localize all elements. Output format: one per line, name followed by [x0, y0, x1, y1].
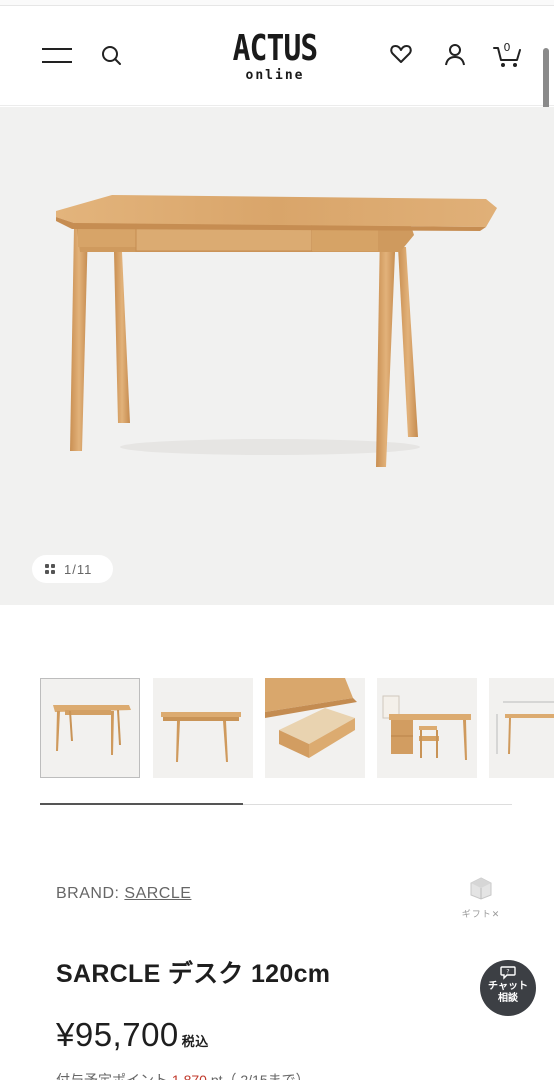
image-counter-text: 1/11 [64, 561, 93, 577]
account-button[interactable] [441, 40, 469, 68]
product-title: SARCLE デスク 120cm [56, 960, 331, 988]
points-line: 付与予定ポイント 1,870 pt（ 2/15まで） [56, 1070, 310, 1080]
heart-icon [390, 45, 412, 63]
tax-label: 税込 [181, 1034, 209, 1049]
thumbnail-desk-with-chair [382, 695, 471, 760]
product-price: ¥95,700 税込 [56, 1016, 209, 1054]
chat-label-line2: 相談 [498, 993, 518, 1004]
thumbnail-dimensions [496, 701, 554, 754]
thumbnail-desk-side [161, 712, 241, 762]
cart-count-badge: 0 [503, 41, 511, 54]
points-suffix: pt（ 2/15まで） [210, 1072, 310, 1080]
thumbnail-3[interactable] [265, 678, 365, 778]
gallery-progress-fill [40, 803, 243, 805]
hamburger-icon-bar [42, 48, 72, 50]
points-value: 1,870 [171, 1072, 207, 1080]
product-main-image[interactable]: 1/11 [0, 107, 554, 605]
price-value: ¥95,700 [56, 1016, 179, 1053]
user-icon [445, 44, 465, 66]
gallery-progress-track [40, 803, 512, 805]
points-label: 付与予定ポイント [56, 1072, 168, 1080]
chat-consult-button[interactable]: ? チャット 相談 [480, 960, 536, 1016]
thumbnail-1[interactable] [40, 678, 140, 778]
search-icon [102, 46, 121, 65]
gift-icon [470, 877, 492, 900]
svg-text:?: ? [506, 969, 509, 976]
hamburger-menu-button[interactable] [42, 47, 72, 65]
site-header: ACTUS online 0 [0, 6, 554, 106]
favorites-button[interactable] [387, 40, 415, 68]
gift-option[interactable]: ギフト✕ [458, 876, 504, 920]
thumbnail-4[interactable] [377, 678, 477, 778]
chat-bubble-icon: ? [500, 966, 516, 980]
desk-photo [56, 195, 497, 467]
gift-label: ギフト✕ [461, 909, 501, 919]
image-counter[interactable]: 1/11 [32, 555, 113, 583]
logo-main-text: ACTUS [232, 28, 319, 69]
brand-line: BRAND: SARCLE [56, 885, 191, 903]
thumbnail-5[interactable] [489, 678, 554, 778]
logo-sub-text: online [245, 68, 305, 83]
search-button[interactable] [98, 42, 126, 70]
grid-icon [45, 564, 55, 574]
cart-button[interactable]: 0 [492, 38, 524, 70]
thumbnail-desk-front [53, 705, 131, 755]
thumbnail-strip[interactable] [40, 678, 554, 778]
hamburger-icon-bar [42, 61, 72, 63]
chat-label-line1: チャット [488, 981, 528, 992]
brand-link[interactable]: SARCLE [124, 885, 191, 902]
thumbnail-2[interactable] [153, 678, 253, 778]
actus-online-logo[interactable]: ACTUS online [220, 28, 330, 84]
thumbnail-drawer-detail [265, 678, 357, 758]
chat-label: チャット 相談 [480, 981, 536, 1005]
brand-label: BRAND: [56, 885, 120, 902]
